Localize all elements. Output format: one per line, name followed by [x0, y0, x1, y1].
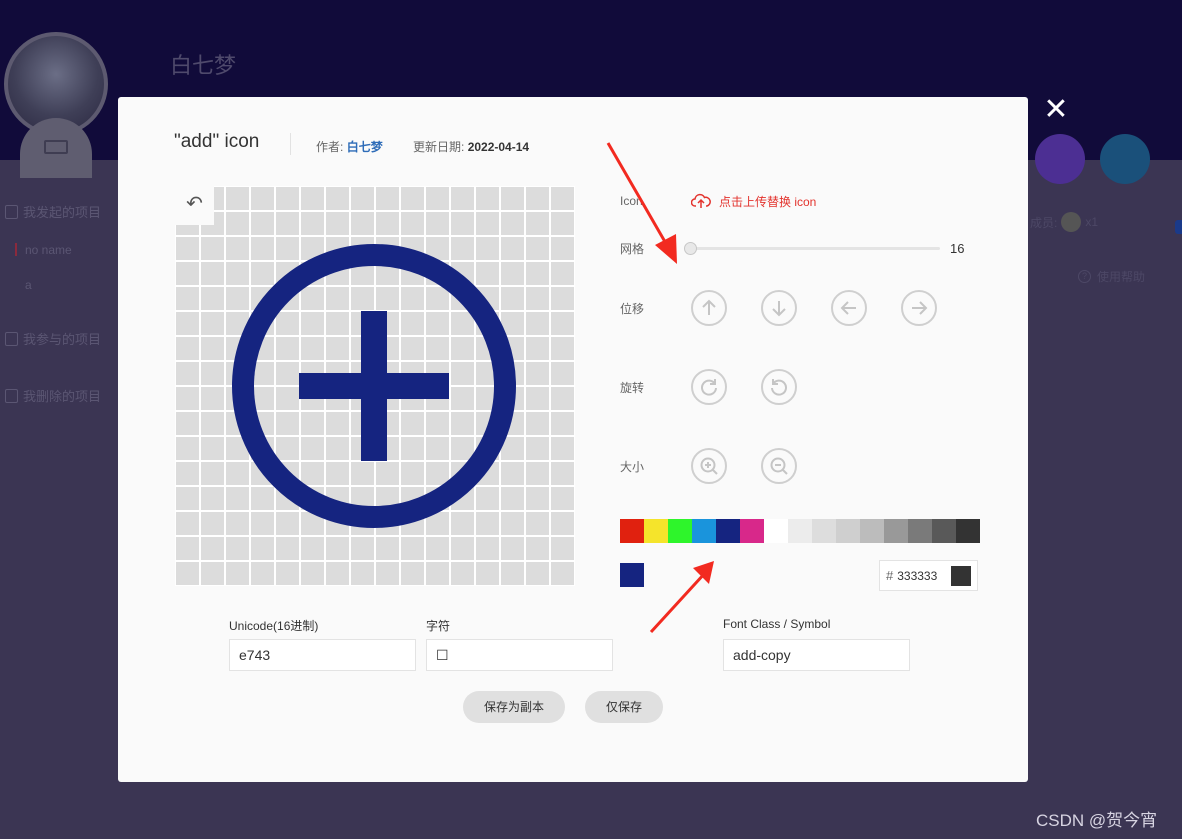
color-swatch[interactable] [692, 519, 716, 543]
color-swatch[interactable] [620, 519, 644, 543]
sidebar-item-label: 我发起的项目 [23, 205, 102, 220]
hex-color-input[interactable]: # 333333 [879, 560, 978, 591]
zoom-in-icon [700, 457, 718, 475]
rotate-row-label: 旋转 [620, 381, 645, 395]
author-meta: 作者: 白七梦 [316, 140, 383, 154]
cloud-upload-icon [691, 193, 711, 208]
help-link[interactable]: ? 使用帮助 [1078, 268, 1145, 285]
color-swatch[interactable] [668, 519, 692, 543]
save-as-copy-button[interactable]: 保存为副本 [463, 691, 565, 723]
document-icon [5, 331, 18, 346]
color-swatch[interactable] [812, 519, 836, 543]
sidebar-item-initiated[interactable]: 我发起的项目 [5, 202, 101, 221]
document-icon [5, 204, 18, 219]
color-swatch[interactable] [740, 519, 764, 543]
unicode-input[interactable] [229, 639, 416, 671]
save-only-button[interactable]: 仅保存 [585, 691, 663, 723]
grid-value: 16 [950, 241, 965, 256]
grid-row-label: 网格 [620, 242, 645, 256]
site-name: 白七梦 [170, 53, 237, 78]
size-row-label: 大小 [620, 460, 645, 474]
members-dropdown[interactable]: 成员: x1 [1030, 212, 1098, 232]
zoom-out-icon [770, 457, 788, 475]
rotate-counterclockwise-icon [771, 379, 787, 396]
color-palette [620, 519, 980, 543]
char-label: 字符 [426, 619, 451, 633]
unicode-label: Unicode(16进制) [229, 619, 319, 633]
sort-button[interactable] [1100, 134, 1150, 184]
author-name[interactable]: 白七梦 [347, 140, 383, 154]
font-class-label: Font Class / Symbol [723, 617, 831, 631]
color-swatch[interactable] [908, 519, 932, 543]
font-class-input[interactable] [723, 639, 910, 671]
add-folder-button[interactable] [1035, 134, 1085, 184]
char-input[interactable] [426, 639, 613, 671]
icon-title: "add" icon [174, 131, 260, 152]
move-down-button[interactable] [761, 290, 797, 326]
arrow-up-icon [702, 299, 716, 315]
arrow-down-icon [772, 301, 786, 317]
current-color-swatch[interactable] [620, 563, 644, 587]
color-swatch[interactable] [836, 519, 860, 543]
watermark: CSDN @贺今宵 [1036, 811, 1158, 830]
grid-slider-handle[interactable] [684, 242, 697, 255]
active-indicator [15, 243, 17, 256]
icon-row-label: Icon [620, 194, 643, 208]
project-item[interactable]: a [25, 278, 32, 292]
upload-button[interactable]: 点击上传替换 icon [691, 192, 816, 210]
title-divider [290, 133, 291, 155]
color-swatch[interactable] [884, 519, 908, 543]
sidebar-item-participated[interactable]: 我参与的项目 [5, 329, 101, 348]
add-icon [232, 244, 516, 528]
arrow-left-icon [840, 301, 856, 315]
sidebar-item-deleted[interactable]: 我删除的项目 [5, 386, 101, 405]
arrow-right-icon [912, 301, 928, 315]
move-row-label: 位移 [620, 302, 645, 316]
color-swatch[interactable] [644, 519, 668, 543]
zoom-in-button[interactable] [691, 448, 727, 484]
update-date: 2022-04-14 [467, 140, 530, 154]
hex-value: 333333 [897, 568, 938, 583]
zoom-out-button[interactable] [761, 448, 797, 484]
rotate-clockwise-icon [701, 379, 717, 396]
move-left-button[interactable] [831, 290, 867, 326]
help-icon: ? [1078, 270, 1091, 283]
sidebar-item-label: 我删除的项目 [23, 389, 102, 404]
grid-slider-track[interactable] [691, 247, 940, 250]
member-avatar [1061, 212, 1082, 232]
color-swatch[interactable] [932, 519, 956, 543]
document-icon [5, 388, 18, 403]
move-up-button[interactable] [691, 290, 727, 326]
color-swatch[interactable] [788, 519, 812, 543]
rotate-right-button[interactable] [691, 369, 727, 405]
move-right-button[interactable] [901, 290, 937, 326]
undo-icon[interactable]: ↶ [175, 186, 214, 225]
rotate-left-button[interactable] [761, 369, 797, 405]
project-item[interactable]: no name [25, 243, 72, 257]
sidebar-item-label: 我参与的项目 [23, 332, 102, 347]
close-icon[interactable]: ✕ [1040, 94, 1072, 126]
color-swatch[interactable] [860, 519, 884, 543]
side-tab[interactable] [1175, 220, 1182, 234]
hex-color-swatch [951, 566, 971, 586]
date-meta: 更新日期: 2022-04-14 [413, 140, 530, 154]
color-swatch[interactable] [764, 519, 788, 543]
color-swatch[interactable] [716, 519, 740, 543]
color-swatch[interactable] [956, 519, 980, 543]
icon-edit-dialog: "add" icon 作者: 白七梦 更新日期: 2022-04-14 ↶ Ic… [118, 97, 1028, 782]
